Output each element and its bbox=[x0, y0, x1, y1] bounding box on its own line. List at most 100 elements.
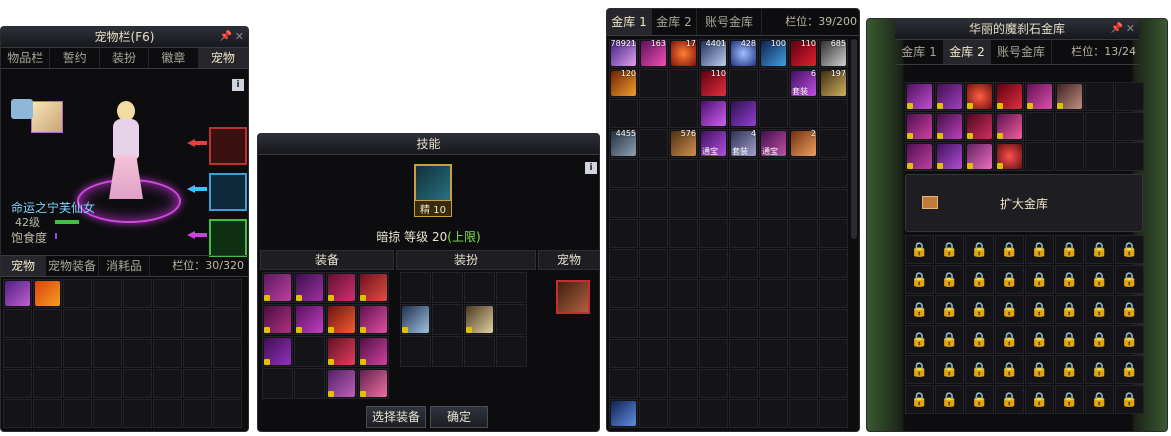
vault-slot[interactable] bbox=[965, 142, 994, 171]
empty-slot[interactable] bbox=[819, 219, 848, 248]
vault-slot[interactable] bbox=[995, 82, 1024, 111]
dress-slot[interactable] bbox=[464, 304, 495, 335]
storage-slot[interactable]: 110 bbox=[699, 69, 728, 98]
empty-slot[interactable] bbox=[1085, 142, 1114, 171]
empty-slot[interactable] bbox=[213, 309, 242, 338]
storage-slot[interactable]: 576 bbox=[669, 129, 698, 158]
empty-slot[interactable] bbox=[639, 129, 668, 158]
tab-avatar[interactable]: 装扮 bbox=[100, 48, 150, 68]
equip-slot[interactable] bbox=[262, 304, 293, 335]
select-equipment-button[interactable]: 选择装备 bbox=[366, 406, 426, 428]
close-icon[interactable]: ✕ bbox=[1126, 19, 1135, 39]
empty-slot[interactable] bbox=[639, 279, 668, 308]
pet-equip-slot-2[interactable] bbox=[209, 173, 247, 211]
empty-slot[interactable] bbox=[3, 399, 32, 428]
empty-slot[interactable] bbox=[93, 339, 122, 368]
storage-slot[interactable]: 17 bbox=[669, 39, 698, 68]
empty-slot[interactable] bbox=[213, 339, 242, 368]
empty-slot[interactable] bbox=[464, 336, 495, 367]
equip-slot[interactable] bbox=[262, 336, 293, 367]
empty-slot[interactable] bbox=[699, 249, 728, 278]
empty-slot[interactable] bbox=[699, 159, 728, 188]
empty-slot[interactable] bbox=[609, 249, 638, 278]
storage-slot[interactable]: 100 bbox=[759, 39, 788, 68]
empty-slot[interactable] bbox=[759, 399, 788, 428]
storage-slot[interactable]: 197 bbox=[819, 69, 848, 98]
storage-slot[interactable]: 120 bbox=[609, 69, 638, 98]
empty-slot[interactable] bbox=[669, 399, 698, 428]
empty-slot[interactable] bbox=[759, 189, 788, 218]
storage-slot[interactable]: 通宝 bbox=[699, 129, 728, 158]
equip-slot[interactable] bbox=[326, 336, 357, 367]
empty-slot[interactable] bbox=[759, 339, 788, 368]
empty-slot[interactable] bbox=[819, 249, 848, 278]
empty-slot[interactable] bbox=[729, 69, 758, 98]
empty-slot[interactable] bbox=[669, 219, 698, 248]
pet-equip-slot-3[interactable] bbox=[209, 219, 247, 257]
empty-slot[interactable] bbox=[639, 99, 668, 128]
empty-slot[interactable] bbox=[432, 336, 463, 367]
empty-slot[interactable] bbox=[1025, 142, 1054, 171]
tab-inventory[interactable]: 物品栏 bbox=[1, 48, 51, 68]
empty-slot[interactable] bbox=[759, 309, 788, 338]
empty-slot[interactable] bbox=[819, 339, 848, 368]
empty-slot[interactable] bbox=[759, 369, 788, 398]
empty-slot[interactable] bbox=[819, 159, 848, 188]
storage-slot[interactable]: 110 bbox=[789, 39, 818, 68]
confirm-button[interactable]: 确定 bbox=[430, 406, 488, 428]
empty-slot[interactable] bbox=[63, 279, 92, 308]
vault-slot[interactable] bbox=[1025, 82, 1054, 111]
empty-slot[interactable] bbox=[759, 159, 788, 188]
empty-slot[interactable] bbox=[789, 189, 818, 218]
empty-slot[interactable] bbox=[1025, 112, 1054, 141]
empty-slot[interactable] bbox=[639, 249, 668, 278]
empty-slot[interactable] bbox=[123, 279, 152, 308]
empty-slot[interactable] bbox=[729, 309, 758, 338]
empty-slot[interactable] bbox=[1115, 82, 1144, 111]
tab-vault-1[interactable]: 金库 1 bbox=[895, 40, 944, 64]
empty-slot[interactable] bbox=[609, 369, 638, 398]
vault-slot[interactable] bbox=[905, 142, 934, 171]
pet-slot-2[interactable] bbox=[33, 279, 62, 308]
empty-slot[interactable] bbox=[699, 219, 728, 248]
empty-slot[interactable] bbox=[609, 279, 638, 308]
empty-slot[interactable] bbox=[63, 369, 92, 398]
empty-slot[interactable] bbox=[93, 279, 122, 308]
empty-slot[interactable] bbox=[729, 399, 758, 428]
empty-slot[interactable] bbox=[669, 69, 698, 98]
empty-slot[interactable] bbox=[789, 159, 818, 188]
empty-slot[interactable] bbox=[819, 129, 848, 158]
empty-slot[interactable] bbox=[639, 399, 668, 428]
empty-slot[interactable] bbox=[639, 369, 668, 398]
empty-slot[interactable] bbox=[93, 399, 122, 428]
tab-pet[interactable]: 宠物 bbox=[198, 48, 248, 68]
tab-consumables[interactable]: 消耗品 bbox=[99, 256, 150, 276]
vault-slot[interactable] bbox=[965, 112, 994, 141]
empty-slot[interactable] bbox=[1055, 112, 1084, 141]
equip-slot[interactable] bbox=[358, 368, 389, 399]
empty-slot[interactable] bbox=[153, 279, 182, 308]
empty-slot[interactable] bbox=[183, 369, 212, 398]
empty-slot[interactable] bbox=[496, 272, 527, 303]
empty-slot[interactable] bbox=[1085, 82, 1114, 111]
empty-slot[interactable] bbox=[669, 99, 698, 128]
empty-slot[interactable] bbox=[819, 399, 848, 428]
empty-slot[interactable] bbox=[699, 339, 728, 368]
empty-slot[interactable] bbox=[729, 339, 758, 368]
empty-slot[interactable] bbox=[639, 339, 668, 368]
empty-slot[interactable] bbox=[294, 368, 325, 399]
empty-slot[interactable] bbox=[729, 189, 758, 218]
empty-slot[interactable] bbox=[759, 99, 788, 128]
empty-slot[interactable] bbox=[33, 369, 62, 398]
empty-slot[interactable] bbox=[819, 189, 848, 218]
empty-slot[interactable] bbox=[33, 339, 62, 368]
empty-slot[interactable] bbox=[1055, 142, 1084, 171]
tab-vault-1[interactable]: 金库 1 bbox=[607, 9, 652, 35]
empty-slot[interactable] bbox=[729, 219, 758, 248]
storage-slot[interactable]: 685 bbox=[819, 39, 848, 68]
storage-slot[interactable]: 6 套装 bbox=[789, 69, 818, 98]
storage-slot[interactable]: 4 套装 bbox=[729, 129, 758, 158]
expand-vault-row[interactable]: 扩大金库 bbox=[905, 174, 1143, 232]
empty-slot[interactable] bbox=[819, 279, 848, 308]
empty-slot[interactable] bbox=[294, 336, 325, 367]
